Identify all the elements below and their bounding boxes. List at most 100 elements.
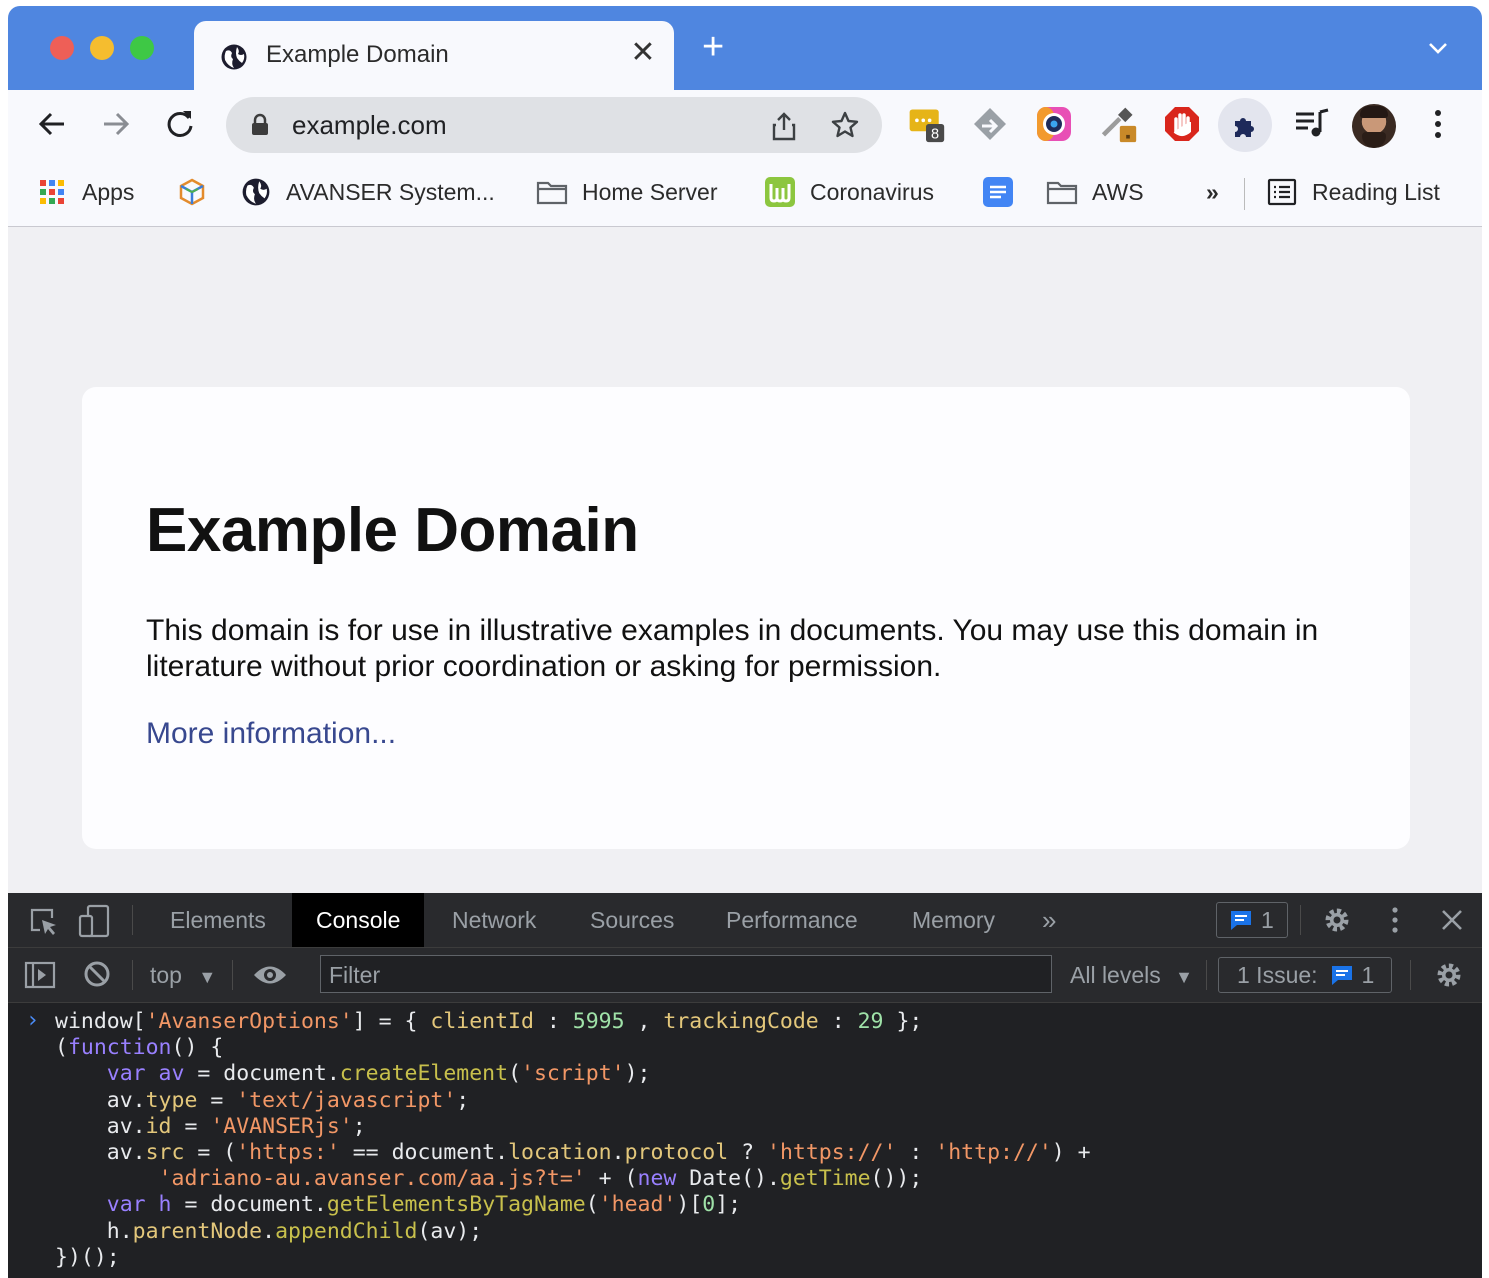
more-information-link[interactable]: More information... <box>146 717 396 751</box>
log-levels-dropdown[interactable]: All levels ▼ <box>1070 948 1193 1002</box>
tab-network[interactable]: Network <box>428 893 560 947</box>
inspect-element-icon[interactable] <box>28 906 58 936</box>
clear-console-icon[interactable] <box>82 959 112 989</box>
messages-count: 1 <box>1261 906 1274 933</box>
eyedropper-extension-icon[interactable] <box>1098 104 1138 144</box>
new-tab-button[interactable]: + <box>702 28 724 66</box>
tab-console[interactable]: Console <box>292 893 425 947</box>
tab-elements[interactable]: Elements <box>146 893 290 947</box>
reading-list-button[interactable]: Reading List <box>1266 174 1440 210</box>
tab-close-button[interactable]: ✕ <box>628 35 658 70</box>
password-manager-extension-icon[interactable]: 8 <box>906 104 946 144</box>
bookmark-aws[interactable]: AWS <box>1046 174 1144 210</box>
lock-icon <box>252 113 268 135</box>
back-arrow-icon[interactable] <box>34 106 70 142</box>
bookmark-docs[interactable] <box>982 174 1028 210</box>
browser-tab[interactable]: Example Domain ✕ <box>194 21 674 91</box>
bookmark-label: AVANSER System... <box>286 178 495 205</box>
code-line: })(); <box>55 1245 120 1270</box>
bookmark-label: Coronavirus <box>810 178 934 205</box>
bookmark-label: Home Server <box>582 178 718 205</box>
toolbar: example.com 8 <box>8 90 1482 160</box>
tab-performance[interactable]: Performance <box>702 893 882 947</box>
chat-bubble-icon <box>1331 966 1352 985</box>
apps-grid-icon <box>36 176 68 208</box>
folder-icon <box>536 176 568 208</box>
globe-icon <box>240 176 272 208</box>
more-tabs-button[interactable]: » <box>1018 893 1080 947</box>
code-line: window['AvanserOptions'] = { clientId : … <box>55 1009 923 1034</box>
console-toolbar: top ▼ Filter All levels ▼ 1 Issue: 1 <box>8 948 1482 1003</box>
tab-sources[interactable]: Sources <box>566 893 698 947</box>
profile-avatar[interactable] <box>1352 104 1396 148</box>
extension-badge-count: 8 <box>931 127 939 143</box>
log-levels-label: All levels <box>1070 962 1161 988</box>
chat-bubble-icon <box>1231 911 1251 930</box>
bookmark-cube[interactable] <box>176 174 222 210</box>
page-heading: Example Domain <box>146 496 639 565</box>
tab-strip: Example Domain ✕ + <box>8 6 1482 91</box>
docs-icon <box>982 176 1014 208</box>
settings-gear-icon[interactable] <box>1322 905 1352 935</box>
issues-button[interactable]: 1 Issue: 1 <box>1218 957 1392 993</box>
tab-search-chevron-icon[interactable] <box>1426 36 1450 60</box>
reading-list-label: Reading List <box>1312 178 1440 205</box>
tab-memory[interactable]: Memory <box>888 893 1019 947</box>
zoom-window-button[interactable] <box>130 36 154 60</box>
share-icon[interactable] <box>770 111 798 141</box>
devtools-menu-icon[interactable] <box>1380 905 1410 935</box>
toolbar-separator <box>132 905 133 935</box>
camera-lens-extension-icon[interactable] <box>1034 104 1074 144</box>
bookmark-apps[interactable]: Apps <box>36 174 134 210</box>
bookmark-coronavirus[interactable]: Coronavirus <box>764 174 934 210</box>
kebab-menu-icon[interactable] <box>1418 104 1458 144</box>
w-logo-icon <box>764 176 796 208</box>
address-bar[interactable]: example.com <box>226 97 882 153</box>
media-controls-icon[interactable] <box>1294 104 1334 144</box>
issues-label: 1 Issue: <box>1237 961 1318 988</box>
toolbar-separator <box>1206 960 1207 990</box>
live-expression-eye-icon[interactable] <box>252 962 288 988</box>
code-line: (function() { <box>55 1035 224 1060</box>
reading-list-icon <box>1266 176 1298 208</box>
issues-count: 1 <box>1361 961 1375 988</box>
puzzle-piece-icon <box>1235 118 1254 137</box>
console-settings-gear-icon[interactable] <box>1434 960 1464 990</box>
code-line: 'adriano-au.avanser.com/aa.js?t=' + (new… <box>158 1166 923 1191</box>
minimize-window-button[interactable] <box>90 36 114 60</box>
devtools-panel: Elements Console Network Sources Perform… <box>8 893 1482 1278</box>
reload-icon[interactable] <box>162 106 198 142</box>
context-selector[interactable]: top ▼ <box>150 948 216 1002</box>
bookmark-avanser[interactable]: AVANSER System... <box>240 174 495 210</box>
bookmarks-divider <box>1244 178 1245 210</box>
bookmark-star-icon[interactable] <box>830 110 860 140</box>
bookmark-label: Apps <box>82 178 135 205</box>
messages-badge[interactable]: 1 <box>1216 902 1288 938</box>
url-text: example.com <box>292 110 447 140</box>
bookmarks-overflow-button[interactable]: » <box>1206 174 1219 210</box>
tab-title: Example Domain <box>266 41 449 68</box>
globe-icon <box>221 44 247 70</box>
extensions-button[interactable] <box>1218 98 1272 152</box>
page-paragraph: This domain is for use in illustrative e… <box>146 614 1319 683</box>
close-window-button[interactable] <box>50 36 74 60</box>
browser-window: Example Domain ✕ + example.com 8 Apps AV… <box>8 6 1482 1278</box>
device-toolbar-icon[interactable] <box>78 904 110 938</box>
toolbar-separator <box>132 960 133 990</box>
diamond-arrow-extension-icon[interactable] <box>970 104 1010 144</box>
code-line: var av = document.createElement('script'… <box>106 1061 651 1086</box>
show-sidebar-icon[interactable] <box>24 960 56 990</box>
dropdown-arrow-icon: ▼ <box>198 967 217 987</box>
toolbar-separator <box>1300 905 1301 935</box>
console-output[interactable]: › window['AvanserOptions'] = { clientId … <box>8 1005 1482 1278</box>
bookmark-label: AWS <box>1092 178 1144 205</box>
folder-icon <box>1046 176 1078 208</box>
adblock-hand-icon[interactable] <box>1162 104 1202 144</box>
code-line: av.src = ('https:' == document.location.… <box>55 1140 1091 1165</box>
page-viewport: Example Domain This domain is for use in… <box>8 227 1482 893</box>
filter-input[interactable]: Filter <box>320 955 1052 993</box>
code-line: av.id = 'AVANSERjs'; <box>55 1114 366 1139</box>
forward-arrow-icon[interactable] <box>98 106 134 142</box>
bookmark-home-server[interactable]: Home Server <box>536 174 717 210</box>
close-devtools-icon[interactable] <box>1440 908 1464 932</box>
